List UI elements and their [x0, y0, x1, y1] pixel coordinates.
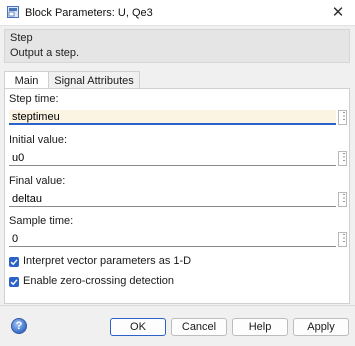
- interpret-vector-checkbox[interactable]: [9, 257, 19, 267]
- sample-time-more-icon[interactable]: ⋮: [338, 232, 349, 247]
- block-description: Output a step.: [10, 47, 80, 59]
- help-button[interactable]: Help: [232, 318, 288, 336]
- block-description-box: Step Output a step.: [4, 29, 350, 63]
- final-value-label: Final value:: [9, 175, 66, 187]
- title-bar[interactable]: Block Parameters: U, Qe3 ✕: [0, 0, 355, 26]
- step-time-more-icon[interactable]: ⋮: [338, 110, 349, 125]
- checkmark-icon: [10, 279, 18, 286]
- zero-crossing-label: Enable zero-crossing detection: [23, 275, 175, 287]
- tab-main[interactable]: Main: [4, 71, 49, 89]
- cancel-button[interactable]: Cancel: [171, 318, 227, 336]
- step-time-input[interactable]: [9, 110, 336, 125]
- ok-button[interactable]: OK: [110, 318, 166, 336]
- tab-signal-attributes[interactable]: Signal Attributes: [49, 71, 140, 89]
- dialog-button-bar: ? OK Cancel Help Apply: [0, 305, 355, 346]
- close-icon[interactable]: ✕: [321, 0, 355, 26]
- initial-value-label: Initial value:: [9, 134, 68, 146]
- sample-time-input[interactable]: [9, 232, 336, 247]
- apply-button[interactable]: Apply: [293, 318, 349, 336]
- simulink-block-icon: [7, 6, 19, 18]
- block-type-label: Step: [10, 32, 33, 44]
- sample-time-label: Sample time:: [9, 215, 74, 227]
- initial-value-input[interactable]: [9, 151, 336, 166]
- step-time-label: Step time:: [9, 93, 59, 105]
- zero-crossing-checkbox[interactable]: [9, 277, 19, 287]
- interpret-vector-label: Interpret vector parameters as 1-D: [23, 255, 192, 267]
- checkmark-icon: [10, 259, 18, 266]
- initial-value-more-icon[interactable]: ⋮: [338, 151, 349, 166]
- help-icon[interactable]: ?: [11, 318, 27, 334]
- final-value-input[interactable]: [9, 192, 336, 207]
- main-tab-panel: Step time: ⋮ Initial value: ⋮ Final valu…: [4, 88, 350, 304]
- final-value-more-icon[interactable]: ⋮: [338, 192, 349, 207]
- window-title: Block Parameters: U, Qe3: [25, 7, 153, 19]
